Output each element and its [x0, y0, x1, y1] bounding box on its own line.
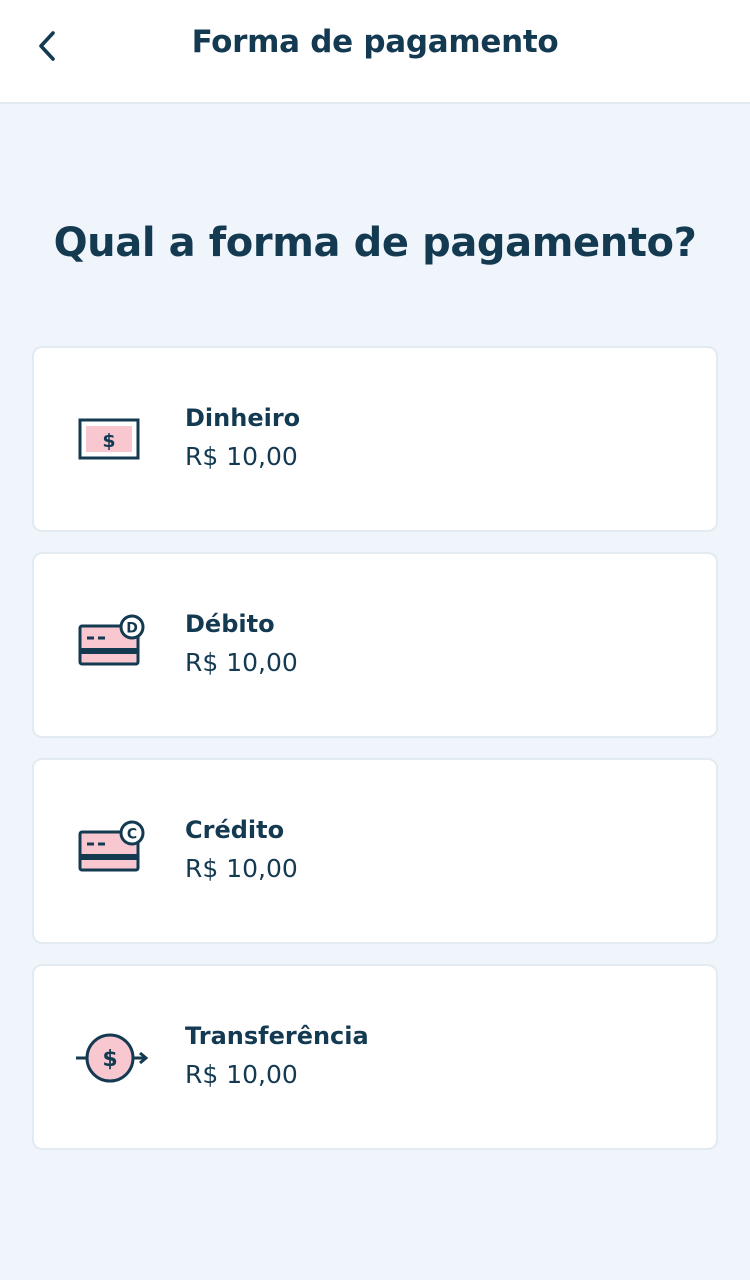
credit-card-icon: C [78, 820, 145, 872]
svg-text:$: $ [102, 430, 115, 452]
page-title: Forma de pagamento [191, 24, 559, 60]
payment-option-cash[interactable]: $ Dinheiro R$ 10,00 [32, 346, 718, 532]
svg-text:C: C [127, 827, 137, 843]
payment-option-label: Débito [185, 610, 275, 638]
transfer-icon: $ [76, 1033, 148, 1083]
payment-option-debit[interactable]: D Débito R$ 10,00 [32, 552, 718, 738]
payment-option-label: Crédito [185, 816, 285, 844]
payment-option-label: Transferência [185, 1022, 369, 1050]
payment-option-label: Dinheiro [185, 404, 301, 432]
svg-text:$: $ [102, 1047, 117, 1072]
cash-bill-icon: $ [78, 418, 140, 460]
payment-option-amount: R$ 10,00 [185, 648, 298, 677]
svg-text:D: D [126, 621, 138, 637]
payment-option-amount: R$ 10,00 [185, 1060, 298, 1089]
payment-option-amount: R$ 10,00 [185, 442, 298, 471]
payment-option-transfer[interactable]: $ Transferência R$ 10,00 [32, 964, 718, 1150]
payment-question-heading: Qual a forma de pagamento? [53, 220, 697, 266]
top-app-bar: Forma de pagamento [0, 0, 750, 104]
payment-option-amount: R$ 10,00 [185, 854, 298, 883]
payment-option-credit[interactable]: C Crédito R$ 10,00 [32, 758, 718, 944]
debit-card-icon: D [78, 614, 145, 666]
